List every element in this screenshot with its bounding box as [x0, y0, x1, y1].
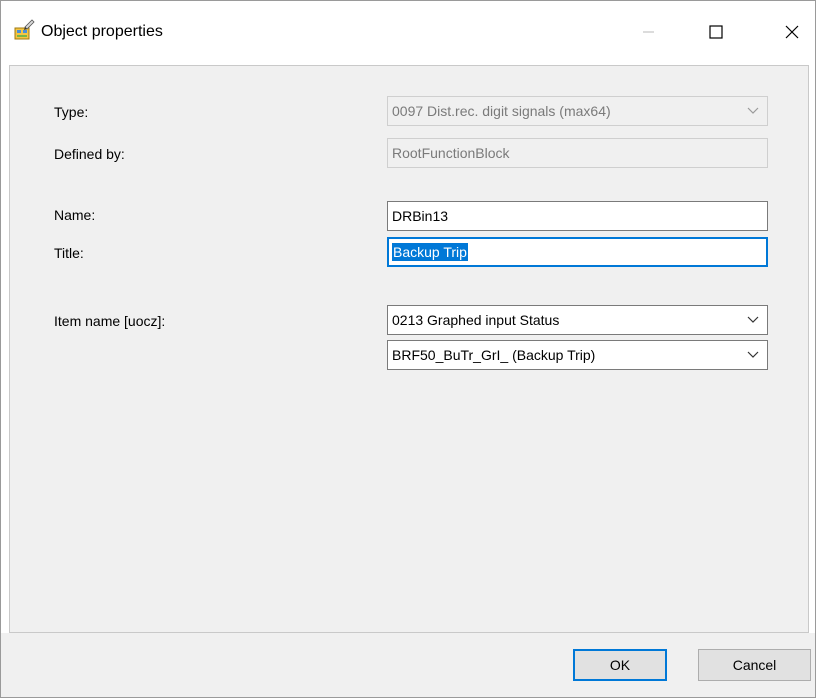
ok-button[interactable]: OK: [573, 649, 667, 681]
type-label: Type:: [54, 104, 89, 120]
chevron-down-icon: [743, 341, 763, 369]
object-properties-icon: [13, 19, 35, 41]
cancel-button[interactable]: Cancel: [698, 649, 811, 681]
signal-dropdown[interactable]: BRF50_BuTr_GrI_ (Backup Trip): [387, 340, 768, 370]
maximize-icon: [709, 24, 723, 42]
dialog-footer: OK Cancel: [1, 633, 815, 697]
minimize-icon: [643, 25, 655, 41]
minimize-button[interactable]: [626, 1, 672, 65]
chevron-down-icon: [743, 97, 763, 125]
title-input[interactable]: Backup Trip: [387, 237, 768, 267]
maximize-button[interactable]: [693, 1, 739, 65]
defined-by-value: RootFunctionBlock: [392, 145, 510, 161]
name-value: DRBin13: [392, 208, 449, 224]
defined-by-label: Defined by:: [54, 146, 125, 162]
close-icon: [785, 25, 799, 42]
signal-value: BRF50_BuTr_GrI_ (Backup Trip): [392, 347, 596, 363]
name-label: Name:: [54, 207, 96, 223]
dialog-client-area: Type: 0097 Dist.rec. digit signals (max6…: [9, 65, 809, 633]
defined-by-field: RootFunctionBlock: [387, 138, 768, 168]
title-label: Title:: [54, 245, 84, 261]
chevron-down-icon: [743, 306, 763, 334]
window-title: Object properties: [41, 23, 163, 40]
type-dropdown: 0097 Dist.rec. digit signals (max64): [387, 96, 768, 126]
item-name-dropdown[interactable]: 0213 Graphed input Status: [387, 305, 768, 335]
title-bar[interactable]: Object properties: [1, 1, 815, 65]
type-value: 0097 Dist.rec. digit signals (max64): [392, 103, 611, 119]
item-name-value: 0213 Graphed input Status: [392, 312, 560, 328]
object-properties-dialog: Object properties Type: 0097 Dist.rec. d…: [0, 0, 816, 698]
close-button[interactable]: [769, 1, 815, 65]
name-input[interactable]: DRBin13: [387, 201, 768, 231]
item-name-label: Item name [uocz]:: [54, 313, 166, 329]
title-value: Backup Trip: [392, 243, 468, 261]
